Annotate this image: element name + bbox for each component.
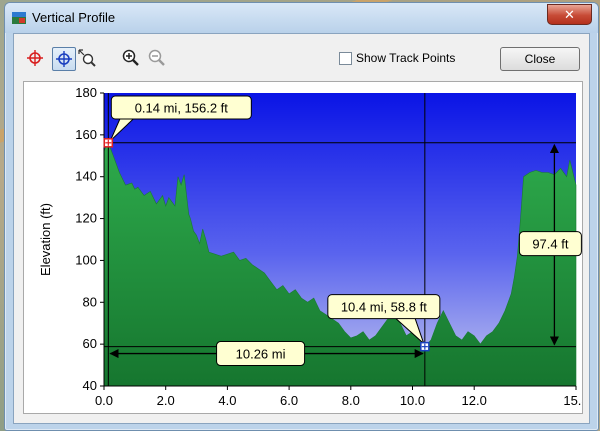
zoom-out-icon bbox=[148, 49, 165, 66]
title-bar[interactable]: Vertical Profile ✕ bbox=[5, 3, 598, 33]
window-close-button[interactable]: ✕ bbox=[547, 4, 592, 25]
y-tick-label: 40 bbox=[83, 378, 97, 393]
y-tick-label: 80 bbox=[83, 294, 97, 309]
show-track-points-toggle[interactable]: Show Track Points bbox=[339, 51, 455, 65]
elevation-profile-chart[interactable]: 180 160 140 120 100 80 60 400.0 2.0 4.0 6.0 8.0 10.0… bbox=[24, 82, 589, 430]
window-title: Vertical Profile bbox=[32, 10, 116, 25]
zoom-select-icon bbox=[78, 49, 96, 67]
blue-crosshair-icon bbox=[56, 51, 72, 67]
elevation-diff-label: 97.4 ft bbox=[518, 231, 582, 257]
profile-chart-frame: 180 160 140 120 100 80 60 40 0.0 2.0 4.0 6.0 8.0 10.0… bbox=[23, 81, 589, 430]
elevation-diff-label-text: 97.4 ft bbox=[532, 237, 569, 252]
x-tick-label: 10.0 bbox=[400, 393, 425, 408]
y-tick-label: 100 bbox=[75, 252, 97, 267]
dialog-client-area: Show Track Points Close 180 160 140 120 … bbox=[13, 33, 590, 430]
distance-label: 10.26 mi bbox=[216, 341, 306, 367]
x-tick-label: 4.0 bbox=[218, 393, 236, 408]
x-tick-label: 6.0 bbox=[280, 393, 298, 408]
y-tick-label: 180 bbox=[75, 85, 97, 100]
red-crosshair-icon bbox=[27, 50, 43, 66]
blue-crosshair-tool[interactable] bbox=[52, 47, 76, 71]
vertical-profile-window: Vertical Profile ✕ Show Track Points Clo… bbox=[4, 2, 599, 431]
show-track-points-checkbox[interactable] bbox=[339, 51, 352, 65]
point-a-marker[interactable] bbox=[103, 138, 114, 148]
show-track-points-label: Show Track Points bbox=[356, 51, 456, 65]
point-b-callout-text: 10.4 mi, 58.8 ft bbox=[341, 300, 427, 315]
y-tick-label: 160 bbox=[75, 127, 97, 142]
distance-label-text: 10.26 mi bbox=[236, 347, 286, 362]
x-tick-label: 15.3 bbox=[563, 393, 582, 408]
x-tick-label: 12.0 bbox=[462, 393, 487, 408]
x-tick-label: 8.0 bbox=[342, 393, 360, 408]
close-button[interactable]: Close bbox=[500, 47, 580, 71]
x-tick-label: 0.0 bbox=[95, 393, 113, 408]
app-icon bbox=[12, 12, 26, 24]
close-icon: ✕ bbox=[564, 6, 575, 22]
y-axis-title: Elevation (ft) bbox=[38, 203, 53, 276]
zoom-select-tool[interactable] bbox=[76, 47, 98, 69]
y-tick-label: 60 bbox=[83, 336, 97, 351]
red-crosshair-tool[interactable] bbox=[24, 47, 46, 69]
x-tick-label: 2.0 bbox=[157, 393, 175, 408]
point-a-callout-text: 0.14 mi, 156.2 ft bbox=[135, 101, 229, 116]
y-tick-label: 120 bbox=[75, 211, 97, 226]
zoom-in-tool[interactable] bbox=[120, 47, 142, 69]
zoom-out-tool[interactable] bbox=[146, 47, 168, 69]
zoom-in-icon bbox=[122, 49, 139, 66]
point-b-marker[interactable] bbox=[420, 341, 430, 352]
y-tick-label: 140 bbox=[75, 169, 97, 184]
